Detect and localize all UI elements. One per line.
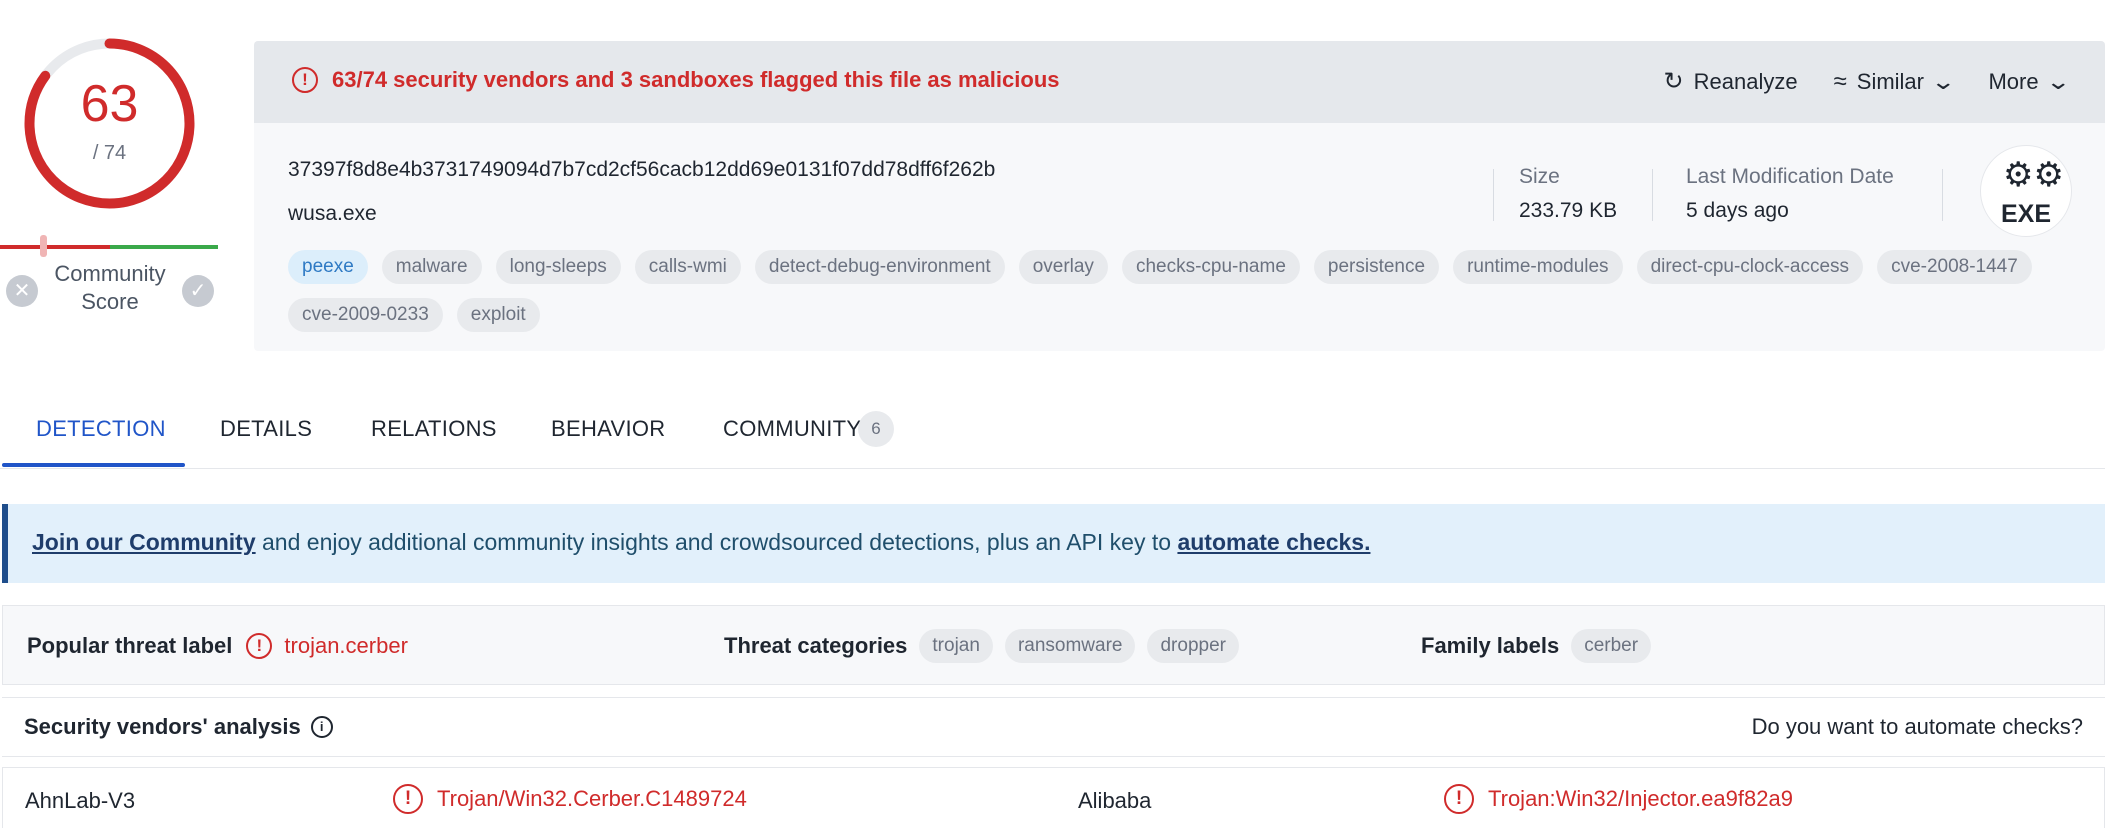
detection-alert-bar: ! 63/74 security vendors and 3 sandboxes… xyxy=(254,41,2105,123)
detected-count: 63 xyxy=(80,75,139,133)
alert-text: 63/74 security vendors and 3 sandboxes f… xyxy=(332,67,1060,92)
threat-categories-label: Threat categories xyxy=(724,633,908,658)
threat-category-pill[interactable]: ransomware xyxy=(1004,629,1136,663)
automate-checks-prompt[interactable]: Do you want to automate checks? xyxy=(1752,714,2083,740)
chevron-down-icon: ⌄ xyxy=(1930,68,1957,94)
file-report-page: 63 / 74 ✕ Community Score ✓ ! 63/74 secu… xyxy=(0,0,2127,828)
file-tag[interactable]: detect-debug-environment xyxy=(754,250,1005,284)
chevron-down-icon: ⌄ xyxy=(2044,68,2071,94)
similar-dropdown[interactable]: ≈ Similar ⌄ xyxy=(1833,67,1957,96)
file-tag[interactable]: exploit xyxy=(456,298,540,332)
automate-checks-link[interactable]: automate checks. xyxy=(1177,529,1370,555)
file-hash[interactable]: 37397f8d8e4b3731749094d7b7cd2cf56cacb12d… xyxy=(288,158,995,182)
vote-malicious-button[interactable]: ✕ xyxy=(6,275,38,307)
tab-details[interactable]: DETAILS xyxy=(220,416,312,442)
vote-harmless-button[interactable]: ✓ xyxy=(182,275,214,307)
community-banner: Join our Community and enjoy additional … xyxy=(2,504,2105,583)
more-dropdown[interactable]: More ⌄ xyxy=(1988,68,2070,95)
size-label: Size xyxy=(1519,165,1560,188)
alert-icon: ! xyxy=(1444,784,1474,814)
community-score-label: Community Score xyxy=(54,261,166,314)
community-count-badge: 6 xyxy=(858,411,894,447)
tab-behavior[interactable]: BEHAVIOR xyxy=(551,416,665,442)
vendor-name: Alibaba xyxy=(1078,788,1152,813)
file-tag[interactable]: peexe xyxy=(288,250,368,284)
info-icon[interactable]: i xyxy=(310,716,333,738)
file-tag[interactable]: malware xyxy=(381,250,482,284)
more-label: More xyxy=(1988,68,2039,94)
alert-icon: ! xyxy=(246,633,273,659)
modified-value: 5 days ago xyxy=(1686,199,1789,222)
popular-threat-label: Popular threat label xyxy=(27,633,233,658)
alert-icon: ! xyxy=(292,67,318,93)
community-score-indicator xyxy=(40,235,47,257)
banner-text: and enjoy additional community insights … xyxy=(255,529,1178,555)
threat-category-pill[interactable]: trojan xyxy=(919,629,993,663)
table-row: AhnLab-V3 ! Trojan/Win32.Cerber.C1489724… xyxy=(2,767,2105,828)
active-tab-indicator xyxy=(2,463,185,467)
file-tag[interactable]: long-sleeps xyxy=(495,250,621,284)
popular-threat-group: Popular threat label ! trojan.cerber xyxy=(27,606,408,686)
vendors-header: Security vendors' analysis i Do you want… xyxy=(2,697,2105,757)
reanalyze-label: Reanalyze xyxy=(1693,68,1798,94)
file-name: wusa.exe xyxy=(288,202,377,225)
tab-detection[interactable]: DETECTION xyxy=(36,416,166,442)
family-labels-group: Family labels cerber xyxy=(1421,606,1652,686)
size-value: 233.79 KB xyxy=(1519,199,1618,222)
vendor-result: ! Trojan/Win32.Cerber.C1489724 xyxy=(393,784,747,814)
detection-score: 63 / 74 xyxy=(22,36,197,211)
community-score-bar xyxy=(0,235,218,257)
file-summary-card: ! 63/74 security vendors and 3 sandboxes… xyxy=(254,41,2105,351)
family-labels-label: Family labels xyxy=(1421,633,1560,658)
file-tag[interactable]: runtime-modules xyxy=(1453,250,1623,284)
tab-relations[interactable]: RELATIONS xyxy=(371,416,497,442)
threat-summary: Popular threat label ! trojan.cerber Thr… xyxy=(2,605,2105,685)
family-label-pill[interactable]: cerber xyxy=(1571,629,1652,663)
file-type-badge: ⚙⚙ EXE xyxy=(1980,145,2072,237)
similar-label: Similar xyxy=(1856,68,1924,94)
file-tag[interactable]: direct-cpu-clock-access xyxy=(1636,250,1864,284)
vendors-title: Security vendors' analysis xyxy=(24,714,301,739)
file-tag[interactable]: checks-cpu-name xyxy=(1121,250,1300,284)
header-actions: ↻ Reanalyze ≈ Similar ⌄ More ⌄ xyxy=(1664,67,2071,96)
malicious-alert: ! 63/74 security vendors and 3 sandboxes… xyxy=(292,67,1060,93)
refresh-icon: ↻ xyxy=(1663,68,1684,95)
total-count: / 74 xyxy=(92,142,127,164)
join-community-link[interactable]: Join our Community xyxy=(32,529,256,555)
file-tag[interactable]: persistence xyxy=(1313,250,1440,284)
popular-threat-value[interactable]: trojan.cerber xyxy=(284,633,408,659)
divider xyxy=(1493,169,1494,221)
detection-label: Trojan:Win32/Injector.ea9f82a9 xyxy=(1488,786,1793,811)
report-tabs: DETECTION DETAILS RELATIONS BEHAVIOR COM… xyxy=(0,398,2105,469)
tab-community[interactable]: COMMUNITY xyxy=(723,416,861,442)
threat-categories-group: Threat categories trojan ransomware droppe… xyxy=(724,606,1239,686)
modified-label: Last Modification Date xyxy=(1686,165,1894,188)
file-tag[interactable]: overlay xyxy=(1018,250,1108,284)
file-tag[interactable]: calls-wmi xyxy=(634,250,741,284)
file-tag[interactable]: cve-2009-0233 xyxy=(288,298,443,332)
alert-icon: ! xyxy=(393,784,423,814)
file-tag[interactable]: cve-2008-1447 xyxy=(1877,250,2032,284)
file-type-label: EXE xyxy=(2000,200,2052,228)
file-tags: peexe malware long-sleeps calls-wmi detect-d… xyxy=(288,250,2078,332)
divider xyxy=(1652,169,1653,221)
gears-icon: ⚙⚙ xyxy=(2003,156,2064,194)
similar-icon: ≈ xyxy=(1833,67,1847,95)
vendor-result: ! Trojan:Win32/Injector.ea9f82a9 xyxy=(1444,784,1793,814)
divider xyxy=(1942,169,1943,221)
reanalyze-button[interactable]: ↻ Reanalyze xyxy=(1664,67,1798,96)
threat-category-pill[interactable]: dropper xyxy=(1147,629,1239,663)
detection-label: Trojan/Win32.Cerber.C1489724 xyxy=(437,786,747,811)
vendor-name: AhnLab-V3 xyxy=(25,788,136,813)
